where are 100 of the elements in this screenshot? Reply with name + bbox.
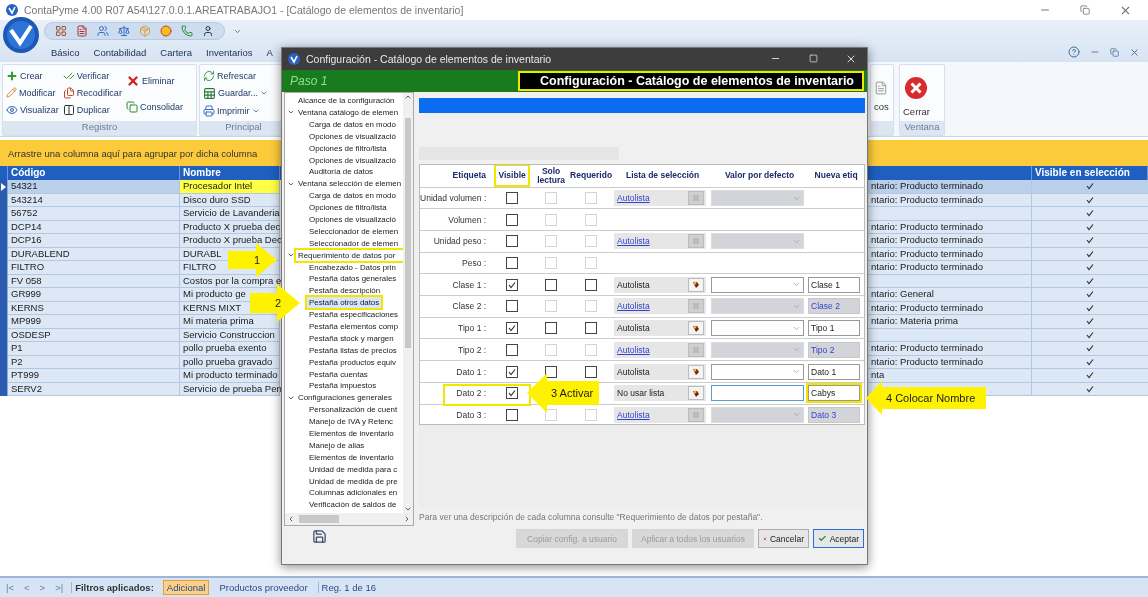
table-cell[interactable]: Servicio de Lavanderia — [180, 207, 280, 221]
help-icon[interactable] — [1068, 46, 1080, 58]
window-title: ContaPyme 4.00 R07 A54\127.0.0.1.AREATRABAJO1 - [Catálogo de elementos de inventario] — [24, 4, 465, 16]
table-cell[interactable]: Procesador Intel — [180, 180, 280, 194]
label-field[interactable]: Cabys — [808, 385, 861, 402]
ribbon-button[interactable]: Recodificar — [61, 87, 123, 99]
ribbon-button[interactable]: Crear — [5, 69, 60, 82]
ribbon-button[interactable]: Refrescar — [202, 69, 270, 82]
table-cell[interactable]: P1 — [8, 342, 180, 356]
close-icon[interactable] — [1129, 46, 1140, 58]
document-icon[interactable] — [76, 25, 88, 37]
scroll-left-icon[interactable] — [287, 515, 295, 524]
table-cell[interactable]: Mi producto terminado — [180, 369, 280, 383]
field-label: Tipo 2 : — [457, 344, 488, 355]
menu-tab[interactable]: A — [259, 46, 280, 58]
input-field[interactable] — [711, 385, 805, 402]
checkbox[interactable] — [506, 365, 519, 378]
checkbox[interactable] — [545, 365, 558, 378]
table-cell: ntario: Producto terminado — [868, 234, 1032, 248]
table-cell[interactable]: FILTRO — [8, 261, 180, 275]
phone-icon[interactable] — [181, 25, 193, 37]
checkbox[interactable] — [506, 322, 519, 335]
menu-tab[interactable]: Inventarios — [199, 46, 260, 58]
checkbox[interactable] — [506, 278, 519, 291]
restore-icon[interactable] — [1110, 47, 1119, 57]
filter-tab[interactable]: Adicional — [162, 580, 210, 595]
package-icon[interactable] — [139, 25, 151, 37]
table-cell: ntario: Producto terminado — [868, 342, 1032, 356]
app-logo-icon — [288, 52, 300, 65]
checkbox[interactable] — [545, 322, 558, 335]
list-selector[interactable]: Autolista — [614, 320, 707, 337]
browser-icon[interactable] — [160, 25, 172, 37]
dropdown-field[interactable] — [711, 320, 805, 337]
table-cell[interactable]: 54321 — [8, 180, 180, 194]
field-label: Dato 2 : — [455, 388, 488, 399]
field-label: Dato 3 : — [455, 409, 488, 420]
table-cell[interactable]: PT999 — [8, 369, 180, 383]
table-cell[interactable]: pollo prueba exento — [180, 342, 280, 356]
scrollbar[interactable] — [403, 92, 414, 514]
ribbon-button[interactable]: Eliminar — [124, 73, 184, 88]
ribbon-button[interactable]: Guardar... — [202, 86, 270, 100]
label-field[interactable]: Tipo 1 — [808, 320, 861, 337]
filter-tab[interactable]: Productos proveedor — [215, 580, 312, 595]
dialog-button[interactable]: Cancelar — [758, 529, 809, 549]
table-cell[interactable]: DCP16 — [8, 234, 180, 248]
ribbon-button[interactable]: Visualizar — [5, 104, 60, 117]
chevron-icon — [792, 367, 802, 376]
checkbox[interactable] — [585, 322, 598, 335]
dropdown-field[interactable] — [711, 363, 805, 380]
table-cell[interactable]: 56752 — [8, 207, 180, 221]
label-field[interactable]: Clase 1 — [808, 276, 861, 293]
field-label: Tipo 1 : — [457, 323, 488, 334]
list-selector[interactable]: No usar lista — [614, 385, 707, 402]
column-header: Visible — [496, 166, 528, 186]
list-value: Autolista — [617, 279, 650, 290]
printer-icon — [203, 104, 215, 117]
table-cell[interactable]: Producto X prueba Dec — [180, 234, 280, 248]
users-icon[interactable] — [97, 25, 109, 37]
checkbox[interactable] — [545, 278, 558, 291]
ribbon-button[interactable]: Duplicar — [61, 104, 123, 117]
ribbon-button[interactable]: Modificar — [5, 87, 60, 99]
ribbon-button[interactable]: Imprimir — [202, 104, 270, 117]
ribbon-button[interactable]: cos — [873, 74, 890, 112]
menu-tab[interactable]: Contabilidad — [86, 46, 154, 58]
picker-icon — [688, 321, 705, 336]
picker-icon — [688, 407, 705, 422]
list-selector[interactable]: Autolista — [614, 363, 707, 380]
grid-icon[interactable] — [55, 25, 67, 37]
table-cell[interactable]: GR999 — [8, 288, 180, 302]
app-logo-icon[interactable] — [2, 16, 40, 54]
column-header: Requerido — [570, 171, 613, 181]
window-title: Configuración - Catálogo de elementos de inventario — [306, 52, 553, 65]
list-selector[interactable]: Autolista — [614, 276, 707, 293]
user-icon[interactable] — [202, 25, 214, 37]
field-label: Clase 1 : — [451, 279, 488, 290]
table-cell: ntario: Producto terminado — [868, 180, 1032, 194]
menu-tab[interactable]: Cartera — [153, 46, 200, 58]
row-header[interactable] — [0, 382, 8, 396]
scale-icon[interactable] — [118, 25, 130, 37]
table-cell: ntario: Materia prima — [868, 315, 1032, 329]
field-label: Unidad volumen : — [420, 193, 488, 203]
ribbon-button[interactable]: Cerrar — [902, 69, 931, 117]
checkbox[interactable] — [585, 365, 598, 378]
ribbon-button[interactable]: Verificar — [61, 69, 123, 82]
menu-tab[interactable]: Básico — [44, 46, 87, 58]
close-icon — [125, 73, 140, 88]
table-cell[interactable]: MP999 — [8, 315, 180, 329]
save-icon[interactable] — [312, 529, 327, 545]
checkbox[interactable] — [585, 278, 598, 291]
label-field[interactable]: Dato 1 — [808, 363, 861, 380]
list-value: Autolista — [617, 301, 650, 312]
group-label: Registro — [3, 121, 196, 135]
ribbon-button[interactable]: Consolidar — [124, 100, 184, 113]
field-label: Unidad peso : — [432, 236, 488, 247]
dropdown-field[interactable] — [711, 276, 805, 293]
table-cell[interactable]: Mi materia prima — [180, 315, 280, 329]
picker-icon — [688, 234, 705, 249]
dialog-button[interactable]: Aceptar — [813, 529, 864, 549]
scrollbar[interactable] — [285, 513, 414, 526]
checkbox[interactable] — [506, 387, 519, 400]
